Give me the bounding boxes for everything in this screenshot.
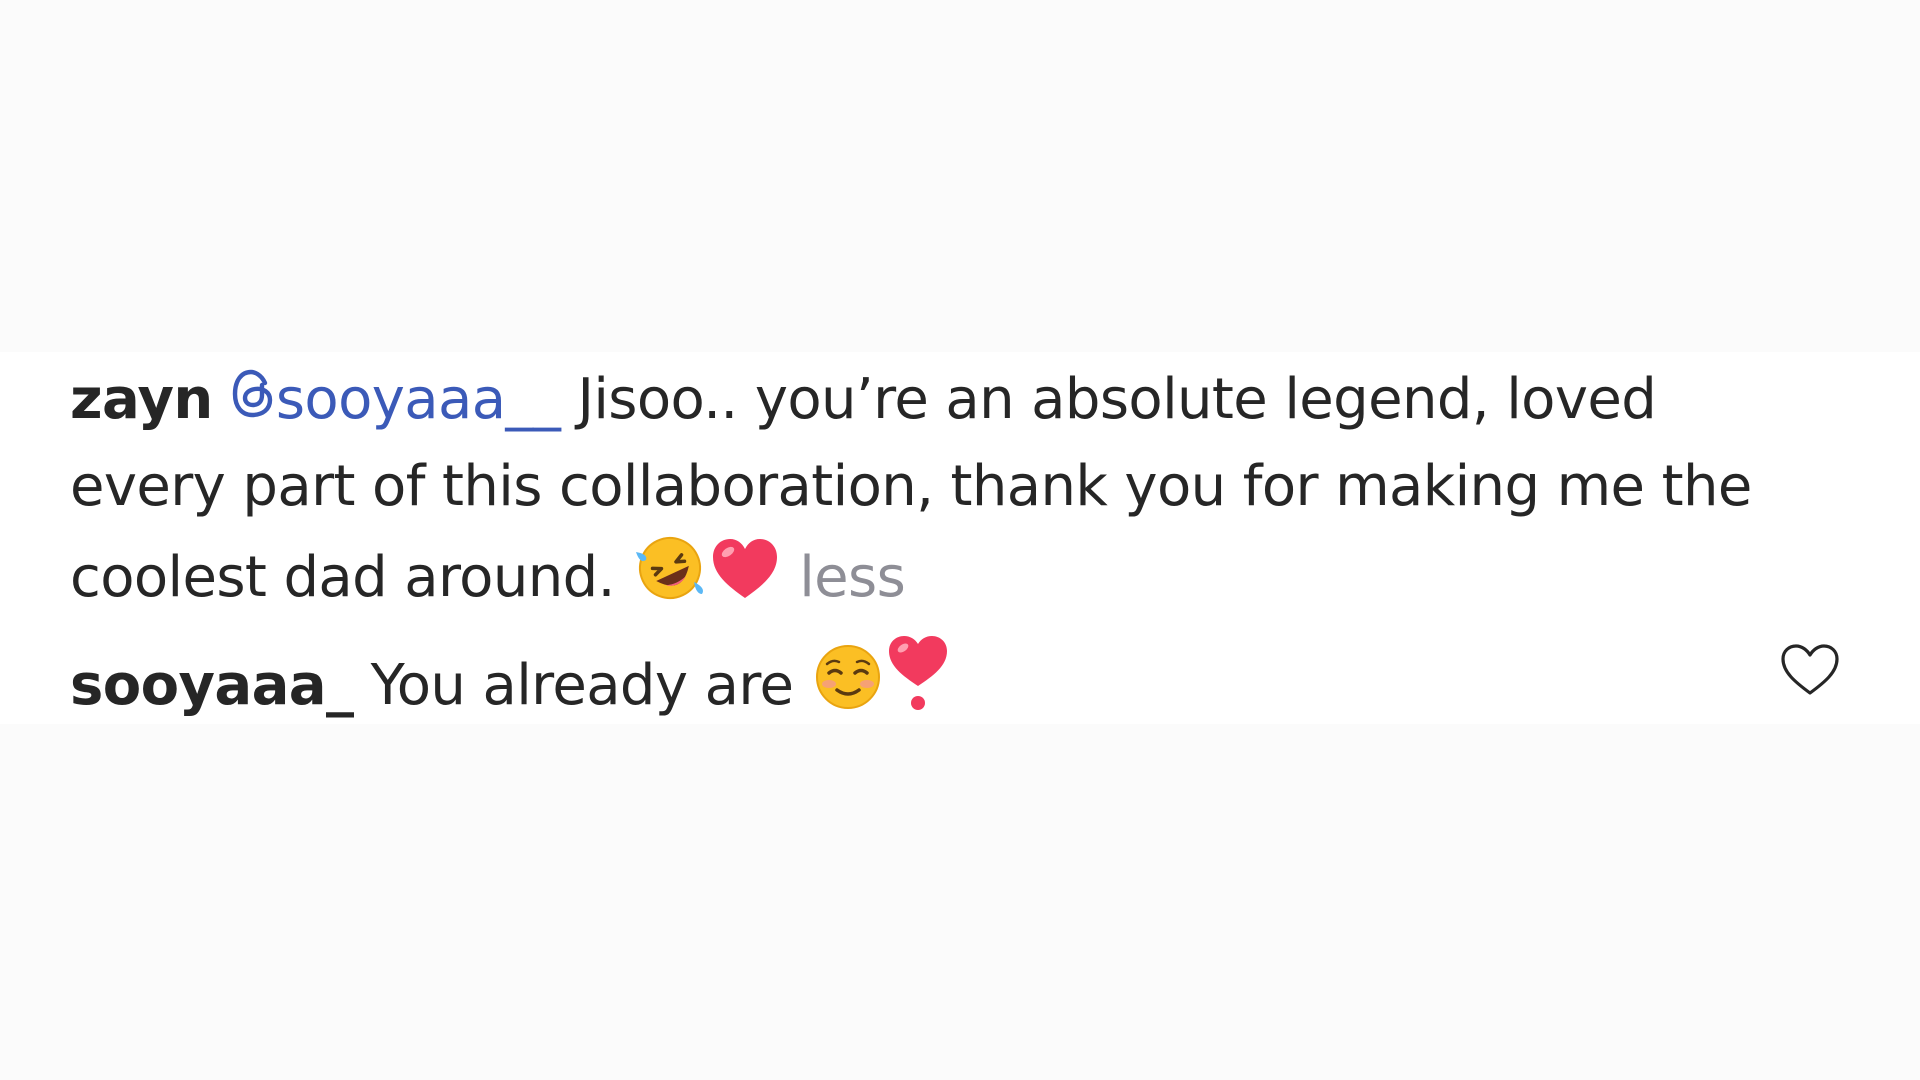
reply-text: You already are bbox=[370, 653, 794, 718]
comment-line-2: every part of this collaboration, thank … bbox=[70, 454, 1752, 519]
threads-icon bbox=[232, 369, 273, 418]
heart-exclamation-emoji bbox=[888, 636, 947, 710]
comments-screen: zayn sooyaaa__ Jisoo.. you’re an absolut… bbox=[0, 0, 1920, 1080]
comment-item: zayn sooyaaa__ Jisoo.. you’re an absolut… bbox=[70, 356, 1830, 621]
less-toggle[interactable]: less bbox=[799, 545, 906, 610]
reply-item: sooyaaa_ You already are bbox=[70, 634, 1830, 729]
smiling-face-emoji bbox=[815, 645, 880, 709]
mention-username: sooyaaa__ bbox=[275, 367, 561, 432]
comment-line-1: zayn sooyaaa__ Jisoo.. you’re an absolut… bbox=[70, 356, 1830, 443]
comment-line-3: coolest dad around. less bbox=[70, 530, 1830, 621]
comment-username[interactable]: zayn bbox=[70, 367, 213, 432]
comment-text-end: coolest dad around. bbox=[70, 545, 615, 610]
reply-username[interactable]: sooyaaa_ bbox=[70, 653, 354, 718]
comment-text: Jisoo.. you’re an absolute legend, loved bbox=[577, 367, 1657, 432]
mention-link[interactable]: sooyaaa__ bbox=[230, 367, 561, 432]
red-heart-emoji bbox=[712, 539, 777, 598]
heart-outline-icon[interactable] bbox=[1778, 642, 1842, 698]
rolling-on-floor-laughing-emoji bbox=[635, 537, 703, 599]
